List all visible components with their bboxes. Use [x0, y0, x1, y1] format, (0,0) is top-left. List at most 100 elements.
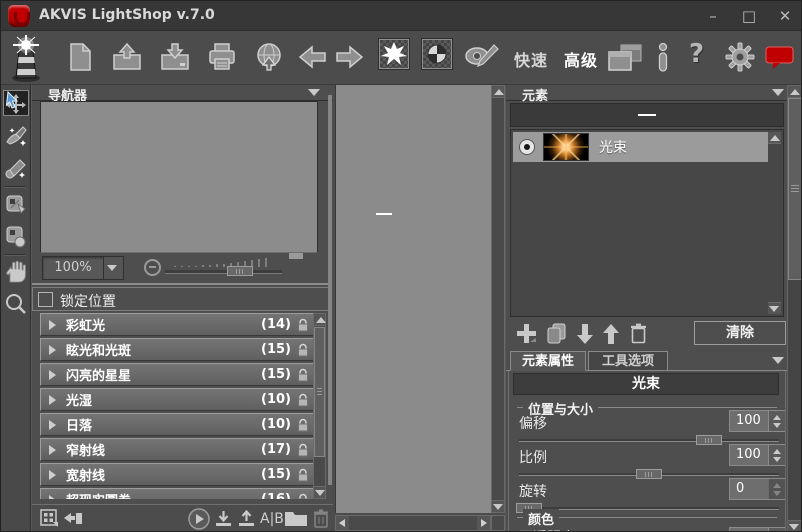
print-button[interactable] [206, 41, 238, 73]
rotation-spinbox[interactable]: 0 [729, 478, 785, 500]
effect-group-row[interactable]: 宽射线 (15) [40, 463, 314, 486]
expand-icon[interactable] [49, 494, 56, 499]
scroll-left-button[interactable] [336, 516, 349, 530]
maximize-button[interactable]: □ [737, 5, 761, 27]
smudge-tool-button[interactable] [3, 191, 29, 217]
panel-splitter[interactable] [32, 283, 332, 285]
preferences-button[interactable] [724, 41, 756, 73]
expand-icon[interactable] [49, 444, 56, 455]
export-presets-button[interactable] [238, 510, 255, 528]
lock-position-checkbox[interactable] [38, 292, 53, 307]
move-element-down-button[interactable] [576, 323, 594, 345]
feedback-button[interactable] [765, 45, 795, 71]
element-list-item[interactable]: 光束 [513, 132, 769, 162]
effect-group-row[interactable]: 日落 (10) [40, 413, 314, 436]
scroll-up-button[interactable] [492, 86, 504, 98]
left-panel-scroll-strip[interactable] [328, 95, 332, 485]
publish-web-button[interactable] [253, 41, 285, 73]
delete-element-button[interactable] [630, 323, 647, 344]
panel-splitter-handle[interactable] [289, 253, 303, 259]
navigator-preview[interactable] [40, 101, 318, 253]
close-button[interactable]: ✕ [773, 5, 797, 27]
zoom-slider-handle[interactable] [227, 266, 253, 276]
help-button[interactable]: ? [689, 39, 704, 69]
zoom-dropdown-button[interactable] [103, 257, 123, 279]
scrollbar-thumb[interactable] [314, 327, 325, 457]
light-brush-tool-button[interactable] [3, 123, 29, 149]
strip-handle[interactable] [638, 114, 656, 116]
new-image-button[interactable] [65, 41, 95, 73]
expand-icon[interactable] [49, 319, 56, 330]
spinner-buttons[interactable] [768, 479, 785, 499]
element-visibility-radio[interactable] [519, 139, 535, 155]
zoom-tool-button[interactable] [3, 291, 29, 317]
effect-group-row[interactable]: 闪亮的星星 (15) [40, 363, 314, 386]
add-element-button[interactable] [516, 323, 538, 345]
info-button[interactable] [655, 42, 671, 74]
grid-view-button[interactable] [40, 509, 59, 528]
scale-value[interactable]: 100 [730, 445, 768, 465]
spinner-buttons[interactable] [768, 411, 785, 431]
clear-elements-button[interactable]: 清除 [694, 321, 786, 345]
navigator-collapse-icon[interactable] [308, 89, 320, 96]
save-image-button[interactable] [159, 41, 191, 73]
hand-tool-button[interactable] [3, 259, 29, 285]
scroll-up-button[interactable] [788, 86, 801, 98]
effect-group-row[interactable]: 窄射线 (17) [40, 438, 314, 461]
offset-value[interactable]: 100 [730, 411, 768, 431]
duplicate-element-button[interactable] [546, 323, 568, 345]
ab-compare-button[interactable]: A|B [260, 511, 284, 527]
rotation-value[interactable]: 0 [730, 479, 768, 499]
zoom-slider-track[interactable] [165, 270, 282, 274]
mask-mode-button[interactable] [421, 38, 453, 70]
move-tool-button[interactable] [3, 90, 29, 116]
scroll-down-button[interactable] [492, 500, 504, 512]
tab-tool-options[interactable]: 工具选项 [588, 351, 668, 371]
scroll-down-button[interactable] [788, 520, 801, 531]
scroll-up-button[interactable] [768, 132, 781, 144]
offset-spinbox[interactable]: 100 [729, 410, 785, 432]
right-panel-scrollbar[interactable] [787, 85, 801, 531]
expand-icon[interactable] [49, 469, 56, 480]
slider-handle[interactable] [636, 469, 662, 479]
image-canvas[interactable] [335, 85, 491, 513]
undo-button[interactable] [298, 45, 328, 69]
elements-scrollbar[interactable] [768, 132, 781, 314]
redo-button[interactable] [334, 45, 364, 69]
open-image-button[interactable] [111, 41, 143, 73]
zoom-slider[interactable] [165, 256, 283, 280]
import-presets-button[interactable] [215, 510, 232, 528]
effect-group-row[interactable]: 超现实圆卷 (16) [40, 488, 314, 499]
open-folder-button[interactable] [284, 509, 308, 527]
quick-mode-button[interactable]: 快速 [514, 47, 548, 71]
effect-group-row[interactable]: 眩光和光斑 (15) [40, 338, 314, 361]
delete-preset-button[interactable] [313, 509, 329, 528]
scroll-right-button[interactable] [477, 516, 490, 530]
zoom-combobox[interactable]: 100% [42, 256, 124, 280]
opacity-spinbox[interactable] [729, 527, 785, 531]
list-view-button[interactable] [63, 509, 83, 528]
effect-group-row[interactable]: 彩虹光 (14) [40, 313, 314, 336]
light-effects-button[interactable] [378, 38, 410, 70]
expand-icon[interactable] [49, 369, 56, 380]
scroll-down-button[interactable] [768, 302, 781, 314]
advanced-mode-button[interactable]: 高级 [564, 47, 598, 71]
spinner-buttons[interactable] [768, 445, 785, 465]
tab-element-properties[interactable]: 元素属性 [510, 351, 586, 371]
expand-icon[interactable] [49, 344, 56, 355]
expand-icon[interactable] [49, 394, 56, 405]
move-element-up-button[interactable] [602, 323, 620, 345]
scale-spinbox[interactable]: 100 [729, 444, 785, 466]
spinner-buttons[interactable] [768, 528, 785, 531]
tabs-collapse-icon[interactable] [772, 357, 784, 364]
expand-icon[interactable] [49, 419, 56, 430]
effects-scrollbar[interactable] [313, 313, 326, 499]
canvas-horizontal-scrollbar[interactable] [335, 515, 491, 531]
scrollbar-thumb[interactable] [788, 98, 801, 280]
elements-collapse-icon[interactable] [772, 89, 784, 96]
blur-tool-button[interactable] [3, 223, 29, 249]
zoom-out-button[interactable] [144, 259, 161, 276]
slider-handle[interactable] [695, 435, 722, 445]
run-preset-button[interactable] [188, 508, 210, 530]
resize-grip[interactable] [491, 515, 505, 531]
